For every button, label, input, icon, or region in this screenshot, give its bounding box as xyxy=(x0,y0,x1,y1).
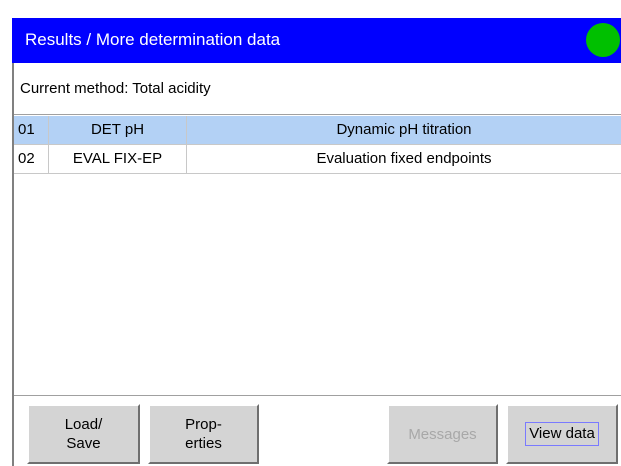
load-save-button[interactable]: Load/ Save xyxy=(27,404,140,464)
button-label: Messages xyxy=(408,425,477,443)
current-method-label: Current method: Total acidity xyxy=(20,80,211,97)
properties-button[interactable]: Prop- erties xyxy=(148,404,259,464)
page-title: Results / More determination data xyxy=(25,30,281,49)
divider xyxy=(14,114,621,115)
table-row[interactable]: 01 DET pH Dynamic pH titration xyxy=(14,116,621,145)
messages-button[interactable]: Messages xyxy=(387,404,498,464)
row-number: 01 xyxy=(14,116,49,144)
row-command: EVAL FIX-EP xyxy=(49,145,187,173)
divider xyxy=(14,395,621,396)
row-command: DET pH xyxy=(49,116,187,144)
status-indicator-icon xyxy=(586,23,620,57)
row-description: Evaluation fixed endpoints xyxy=(316,150,492,167)
button-label-line: Prop- xyxy=(185,416,222,433)
table-row[interactable]: 02 EVAL FIX-EP Evaluation fixed endpoint… xyxy=(14,145,621,174)
row-description: Dynamic pH titration xyxy=(336,121,472,138)
command-table: 01 DET pH Dynamic pH titration 02 EVAL F… xyxy=(14,116,621,174)
button-label-line: Load/ xyxy=(64,416,103,433)
button-label: View data xyxy=(525,422,599,446)
button-label-line: erties xyxy=(185,435,222,452)
title-bar: Results / More determination data xyxy=(12,18,621,63)
row-number: 02 xyxy=(14,145,49,173)
button-label-line: Save xyxy=(66,435,101,452)
view-data-button[interactable]: View data xyxy=(506,404,618,464)
